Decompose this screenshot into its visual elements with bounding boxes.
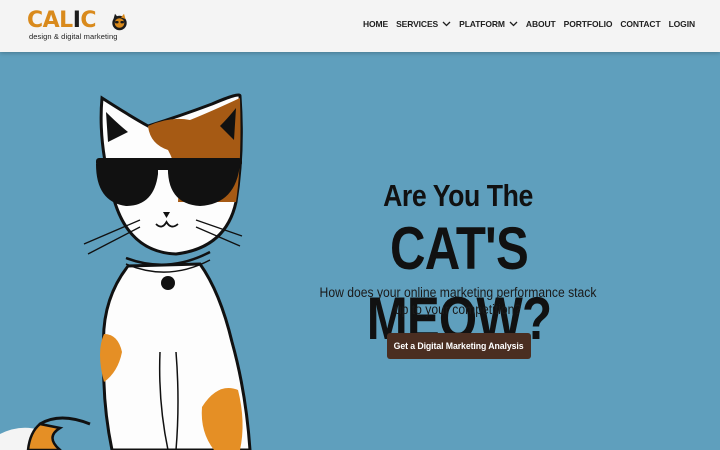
nav-contact-label: CONTACT — [620, 19, 661, 29]
main-nav: HOME SERVICES PLATFORM ABOUT PORTFOLIO C… — [355, 19, 695, 29]
nav-portfolio[interactable]: PORTFOLIO — [564, 19, 613, 29]
nav-services[interactable]: SERVICES — [396, 19, 451, 29]
cool-cat-illustration — [0, 93, 252, 450]
nav-home-label: HOME — [362, 19, 389, 29]
hero-headline-line1: Are You The — [383, 178, 533, 213]
nav-login-label: LOGIN — [668, 19, 696, 29]
chevron-down-icon — [442, 21, 451, 27]
digital-marketing-analysis-button[interactable]: Get a Digital Marketing Analysis — [387, 333, 531, 359]
hero-section: Are You The CAT'S MEOW? How does your on… — [0, 52, 720, 450]
nav-platform[interactable]: PLATFORM — [459, 19, 518, 29]
hero-subtext: How does your online marketing performan… — [319, 285, 597, 317]
nav-about-label: ABOUT — [525, 19, 556, 29]
nav-home[interactable]: HOME — [363, 19, 388, 29]
nav-platform-label: PLATFORM — [459, 19, 505, 29]
cat-face-logo-icon — [112, 13, 127, 31]
nav-contact[interactable]: CONTACT — [620, 19, 660, 29]
cta-label: Get a Digital Marketing Analysis — [394, 340, 524, 352]
nav-portfolio-label: PORTFOLIO — [563, 19, 613, 29]
chevron-down-icon — [509, 21, 518, 27]
site-header: CALIC design & digital marketing HOME SE… — [0, 0, 720, 52]
logo-tagline: design & digital marketing — [29, 32, 118, 41]
nav-login[interactable]: LOGIN — [668, 19, 696, 29]
logo-wordmark: CALIC — [27, 8, 97, 33]
nav-about[interactable]: ABOUT — [526, 19, 556, 29]
calico-logo[interactable]: CALIC design & digital marketing — [27, 8, 127, 43]
nav-services-label: SERVICES — [396, 19, 439, 29]
